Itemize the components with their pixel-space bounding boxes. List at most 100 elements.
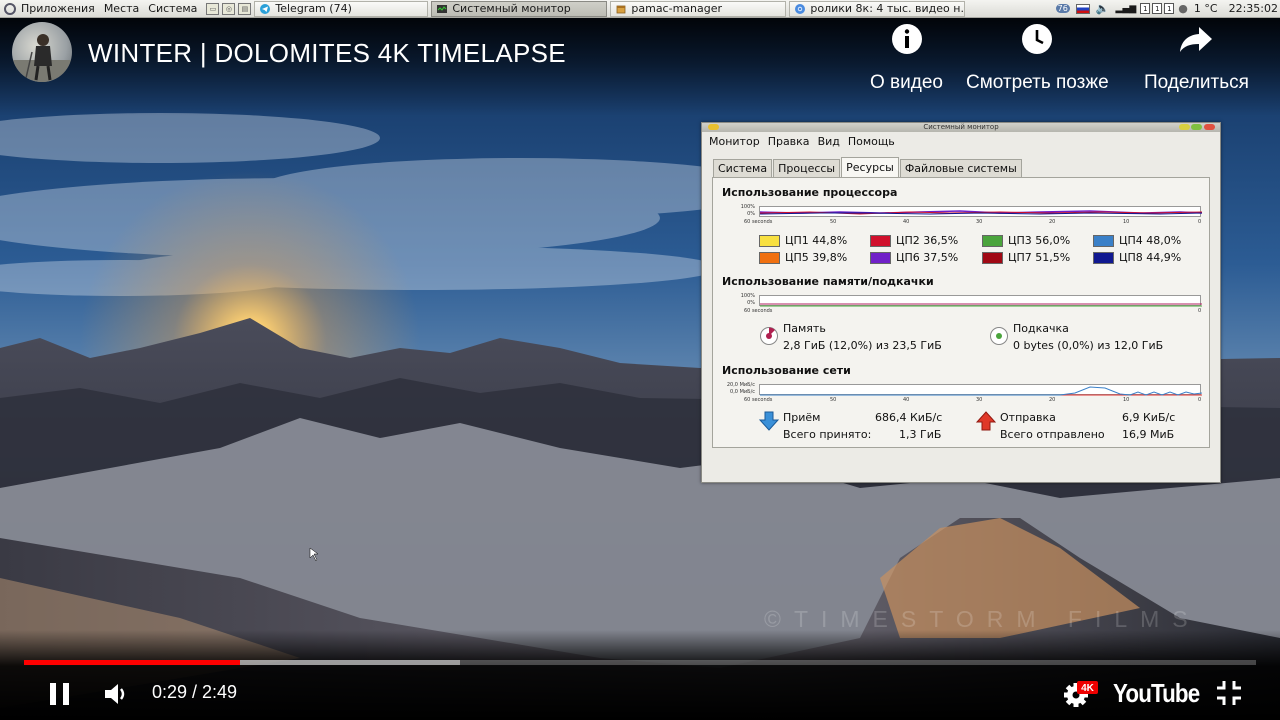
cpu-color-swatch[interactable] xyxy=(759,251,780,264)
receive-arrow-icon xyxy=(759,411,779,431)
places-menu[interactable]: Места xyxy=(104,2,139,15)
task-label: Системный монитор xyxy=(452,2,571,15)
clock[interactable]: 22:35:02 xyxy=(1229,2,1278,15)
cpu-core-legend[interactable]: ЦП7 51,5% xyxy=(982,251,1070,264)
keyboard-layout-flag-icon[interactable] xyxy=(1075,3,1090,14)
menu-view[interactable]: Вид xyxy=(818,135,840,148)
watch-later-button[interactable]: Смотреть позже xyxy=(966,18,1109,94)
memory-pie-icon xyxy=(760,327,778,345)
memory-label: Память xyxy=(783,322,826,335)
task-label: pamac-manager xyxy=(631,2,723,15)
tab-bar: Система Процессы Ресурсы Файловые систем… xyxy=(713,157,1023,177)
task-label: ролики 8к: 4 тыс. видео н... xyxy=(810,2,966,15)
tab-filesystems[interactable]: Файловые системы xyxy=(899,159,1022,177)
task-browser-youtube[interactable]: ролики 8к: 4 тыс. видео н... xyxy=(789,0,966,17)
cpu-core-legend[interactable]: ЦП4 48,0% xyxy=(1093,234,1181,247)
task-label: Telegram (74) xyxy=(275,2,352,15)
cpu-color-swatch[interactable] xyxy=(1093,234,1114,247)
cpu-color-swatch[interactable] xyxy=(982,234,1003,247)
tab-system[interactable]: Система xyxy=(713,159,773,177)
memory-y-top: 100% xyxy=(740,293,755,299)
weather-temperature[interactable]: 1 °C xyxy=(1194,2,1218,15)
memory-time-axis: 60 seconds 0 xyxy=(744,308,1202,314)
capslock-indicator: 1 xyxy=(1152,3,1163,14)
cpu-color-swatch[interactable] xyxy=(982,251,1003,264)
network-signal-icon[interactable]: ▂▄▆ xyxy=(1116,4,1137,14)
youtube-logo[interactable]: YouTube xyxy=(1113,678,1200,709)
receive-total: 1,3 ГиБ xyxy=(899,428,942,441)
resources-panel: Использование процессора 100% 0% 60 seco… xyxy=(712,177,1210,448)
package-manager-icon xyxy=(616,5,626,13)
minimize-button[interactable] xyxy=(1179,124,1190,130)
system-monitor-icon xyxy=(437,4,448,13)
tray-badge[interactable]: 76 xyxy=(1055,4,1070,13)
menu-help[interactable]: Помощь xyxy=(848,135,895,148)
network-time-axis: 60 seconds 50 40 30 20 10 0 xyxy=(744,397,1202,403)
system-menu[interactable]: Система xyxy=(148,2,197,15)
maximize-button[interactable] xyxy=(1191,124,1202,130)
network-y-bottom: 0,0 МиБ/с xyxy=(730,389,755,395)
channel-avatar[interactable] xyxy=(12,22,72,82)
cpu-core-legend[interactable]: ЦП2 36,5% xyxy=(870,234,958,247)
info-icon xyxy=(891,24,922,54)
cpu-color-swatch[interactable] xyxy=(1093,251,1114,264)
memory-y-bottom: 0% xyxy=(747,300,755,306)
numlock-indicator: 1 xyxy=(1140,3,1151,14)
info-label: О видео xyxy=(870,72,943,93)
file-manager-launcher-icon[interactable]: ▭ xyxy=(206,2,220,15)
applications-menu[interactable]: Приложения xyxy=(21,2,95,15)
browser-launcher-icon[interactable]: ◎ xyxy=(222,2,236,15)
task-system-monitor[interactable]: Системный монитор xyxy=(431,0,608,17)
settings-gear-icon[interactable]: 4K xyxy=(1062,679,1098,709)
top-panel: Приложения Места Система ▭ ◎ ▤ Telegram … xyxy=(0,0,1280,18)
menu-edit[interactable]: Правка xyxy=(768,135,810,148)
clock-icon xyxy=(1022,24,1053,54)
cpu-core-legend[interactable]: ЦП5 39,8% xyxy=(759,251,847,264)
share-button[interactable]: Поделиться xyxy=(1144,18,1249,94)
pause-icon[interactable] xyxy=(48,682,72,706)
cpu-time-axis: 60 seconds 50 40 30 20 10 0 xyxy=(744,219,1202,225)
system-tray: 76 🔈 ▂▄▆ 1 1 1 ● 1 °C 22:35:02 xyxy=(1053,0,1280,18)
cpu-color-swatch[interactable] xyxy=(870,234,891,247)
video-watermark: ©TIMESTORM FILMS xyxy=(764,606,1201,632)
menubar: Монитор Правка Вид Помощь xyxy=(702,132,1220,150)
cpu-core-label: ЦП8 44,9% xyxy=(1119,251,1182,264)
volume-icon[interactable] xyxy=(104,682,130,706)
cpu-core-legend[interactable]: ЦП6 37,5% xyxy=(870,251,958,264)
close-button[interactable] xyxy=(1204,124,1215,130)
progress-bar[interactable] xyxy=(24,660,1256,665)
chrome-icon xyxy=(795,3,806,14)
send-total: 16,9 МиБ xyxy=(1122,428,1175,441)
cpu-y-bottom: 0% xyxy=(747,211,755,217)
cpu-core-legend[interactable]: ЦП1 44,8% xyxy=(759,234,847,247)
video-title[interactable]: WINTER | DOLOMITES 4K TIMELAPSE xyxy=(88,38,566,69)
cpu-color-swatch[interactable] xyxy=(759,234,780,247)
share-label: Поделиться xyxy=(1144,72,1249,93)
network-section-title: Использование сети xyxy=(722,364,851,377)
network-y-top: 20,0 МиБ/с xyxy=(726,382,755,388)
menu-monitor[interactable]: Монитор xyxy=(709,135,760,148)
cpu-core-label: ЦП3 56,0% xyxy=(1008,234,1071,247)
cpu-section-title: Использование процессора xyxy=(722,186,898,199)
weather-icon: ● xyxy=(1178,2,1188,15)
swap-value: 0 bytes (0,0%) из 12,0 ГиБ xyxy=(1013,339,1164,352)
fullscreen-icon[interactable] xyxy=(1216,680,1242,706)
task-pamac-manager[interactable]: pamac-manager xyxy=(610,0,787,17)
cpu-history-graph xyxy=(759,206,1202,217)
terminal-launcher-icon[interactable]: ▤ xyxy=(238,2,252,15)
cpu-color-swatch[interactable] xyxy=(870,251,891,264)
distro-logo-icon[interactable] xyxy=(4,2,16,15)
volume-tray-icon[interactable]: 🔈 xyxy=(1096,2,1110,15)
system-monitor-window[interactable]: Системный монитор Монитор Правка Вид Пом… xyxy=(701,122,1221,483)
cpu-core-legend[interactable]: ЦП8 44,9% xyxy=(1093,251,1181,264)
cpu-core-label: ЦП2 36,5% xyxy=(896,234,959,247)
receive-rate: 686,4 КиБ/с xyxy=(875,411,943,424)
window-title: Системный монитор xyxy=(923,123,999,131)
cpu-core-label: ЦП6 37,5% xyxy=(896,251,959,264)
cpu-core-legend[interactable]: ЦП3 56,0% xyxy=(982,234,1070,247)
tab-processes[interactable]: Процессы xyxy=(773,159,841,177)
task-telegram[interactable]: Telegram (74) xyxy=(254,0,429,17)
tab-resources[interactable]: Ресурсы xyxy=(841,157,899,177)
window-titlebar[interactable]: Системный монитор xyxy=(702,123,1220,132)
info-button[interactable]: О видео xyxy=(870,18,943,94)
